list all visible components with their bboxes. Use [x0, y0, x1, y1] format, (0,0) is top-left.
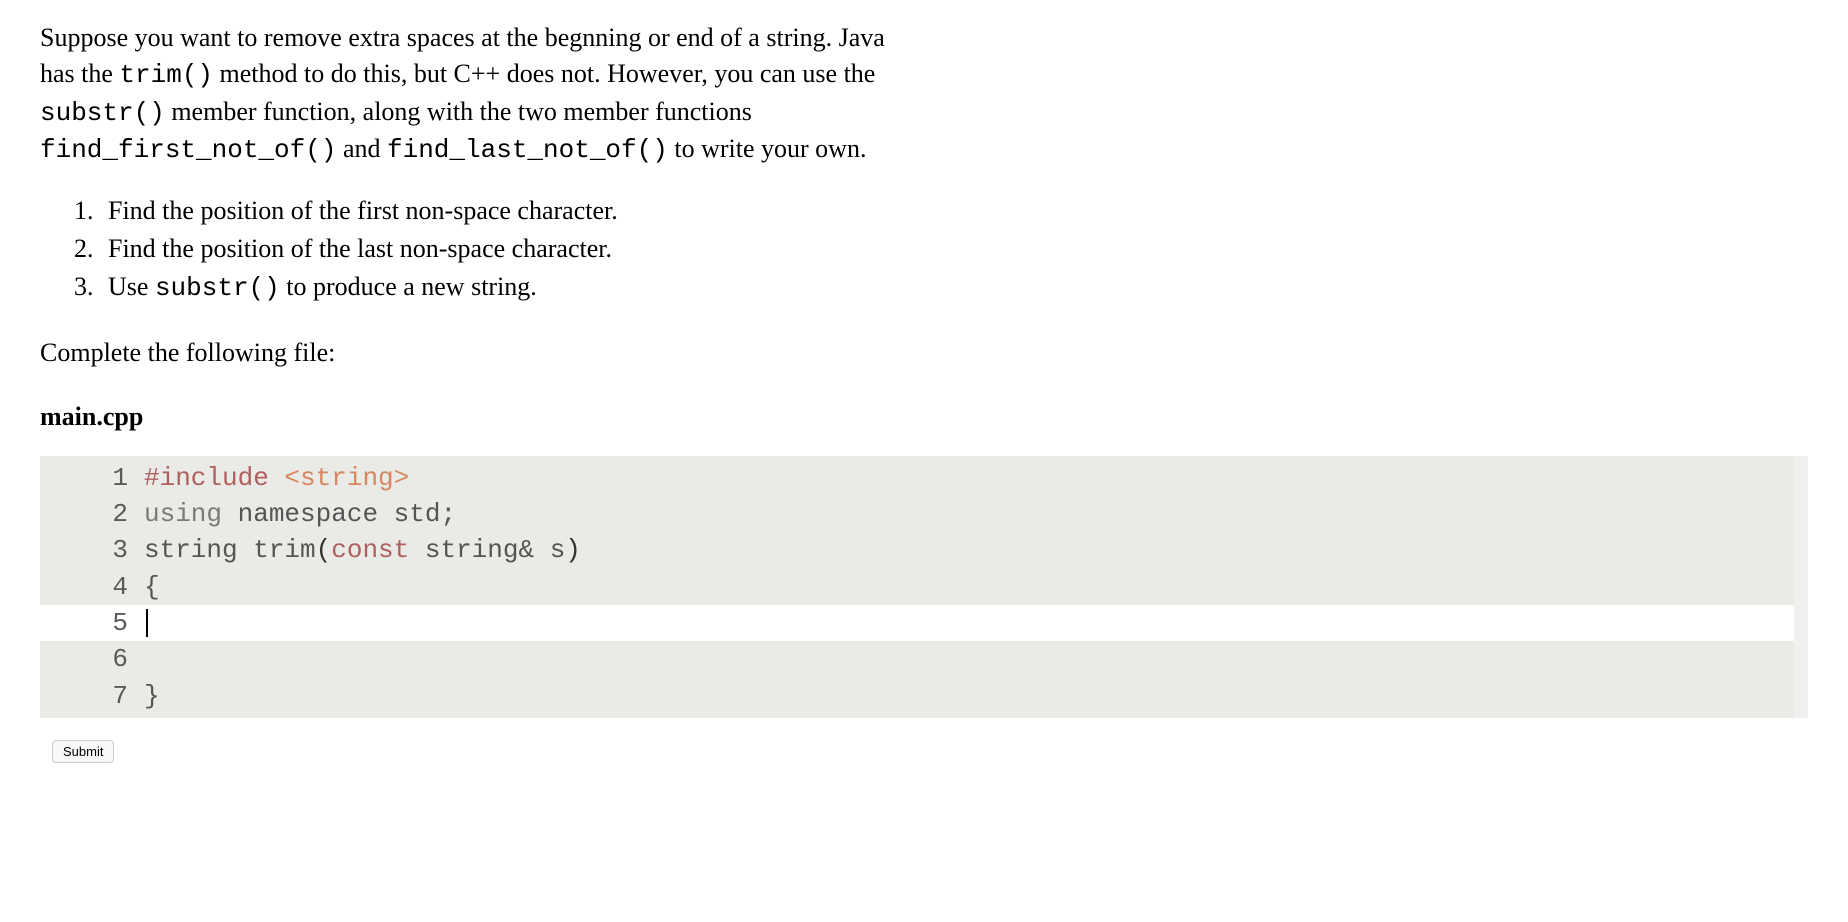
- filename-label: main.cpp: [40, 399, 1808, 435]
- line-number-5: 5: [40, 605, 144, 641]
- intro-text-3: member function, along with the two memb…: [165, 97, 752, 126]
- line-content-2: using namespace std;: [144, 496, 1808, 532]
- intro-code-find-first: find_first_not_of(): [40, 135, 336, 165]
- code-line-3: 3 string trim(const string& s): [40, 532, 1808, 568]
- step-3-pre: Use: [108, 272, 155, 301]
- step-3: Use substr() to produce a new string.: [100, 269, 1808, 306]
- const-keyword: const: [331, 535, 409, 565]
- func-signature-1: string trim: [144, 535, 316, 565]
- scrollbar-track[interactable]: [1794, 456, 1808, 719]
- step-2: Find the position of the last non-space …: [100, 231, 1808, 267]
- code-line-6: 6: [40, 641, 1808, 677]
- line-number-6: 6: [40, 641, 144, 677]
- intro-code-find-last: find_last_not_of(): [387, 135, 668, 165]
- intro-text-2: method to do this, but C++ does not. How…: [213, 59, 875, 88]
- line-content-5[interactable]: [144, 605, 1794, 641]
- header-string: <string>: [269, 463, 409, 493]
- step-3-code: substr(): [155, 273, 280, 303]
- line-content-4: {: [144, 569, 1808, 605]
- paren-close: ): [565, 535, 581, 565]
- paren-open: (: [316, 535, 332, 565]
- line-content-1: #include <string>: [144, 460, 1808, 496]
- code-line-7: 7 }: [40, 678, 1808, 714]
- code-editor[interactable]: 1 #include <string> 2 using namespace st…: [40, 456, 1808, 719]
- intro-code-substr: substr(): [40, 98, 165, 128]
- line-number-3: 3: [40, 532, 144, 568]
- intro-text-5: to write your own.: [668, 134, 867, 163]
- line-content-7: }: [144, 678, 1808, 714]
- intro-paragraph: Suppose you want to remove extra spaces …: [40, 20, 910, 169]
- namespace-std: namespace std;: [222, 499, 456, 529]
- steps-list: Find the position of the first non-space…: [80, 193, 1808, 307]
- line-number-7: 7: [40, 678, 144, 714]
- complete-prompt: Complete the following file:: [40, 335, 1808, 371]
- step-3-post: to produce a new string.: [280, 272, 537, 301]
- code-line-4: 4 {: [40, 569, 1808, 605]
- line-number-4: 4: [40, 569, 144, 605]
- keyword-using: using: [144, 499, 222, 529]
- step-1: Find the position of the first non-space…: [100, 193, 1808, 229]
- submit-button[interactable]: Submit: [52, 740, 114, 763]
- intro-code-trim: trim(): [119, 60, 213, 90]
- line-content-3: string trim(const string& s): [144, 532, 1808, 568]
- step-2-text: Find the position of the last non-space …: [108, 234, 612, 263]
- code-line-2: 2 using namespace std;: [40, 496, 1808, 532]
- line-number-2: 2: [40, 496, 144, 532]
- code-line-1: 1 #include <string>: [40, 460, 1808, 496]
- line-number-1: 1: [40, 460, 144, 496]
- code-line-5[interactable]: 5: [40, 605, 1794, 641]
- preprocessor-include: #include: [144, 463, 269, 493]
- intro-text-4: and: [336, 134, 387, 163]
- text-cursor: [146, 609, 148, 637]
- step-1-text: Find the position of the first non-space…: [108, 196, 618, 225]
- func-signature-2: string& s: [409, 535, 565, 565]
